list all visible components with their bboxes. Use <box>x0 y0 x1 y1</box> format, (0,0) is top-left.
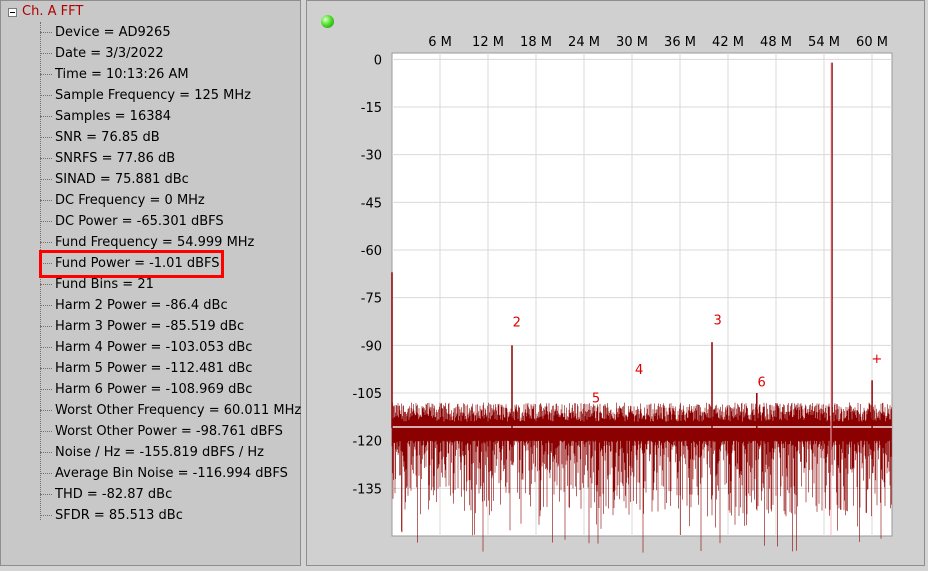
x-tick-label: 48 M <box>760 35 792 50</box>
x-tick-label: 36 M <box>664 35 696 50</box>
x-tick-label: 60 M <box>856 35 888 50</box>
tree-item[interactable]: Average Bin Noise = -116.994 dBFS <box>40 463 298 484</box>
tree-item[interactable]: Device = AD9265 <box>40 22 298 43</box>
x-tick-label: 42 M <box>712 35 744 50</box>
tree-item[interactable]: Harm 2 Power = -86.4 dBc <box>40 295 298 316</box>
x-tick-label: 6 M <box>428 35 452 50</box>
tree-item[interactable]: Worst Other Frequency = 60.011 MHz <box>40 400 301 421</box>
harmonic-marker: + <box>871 352 882 367</box>
harmonic-marker: 4 <box>635 363 643 378</box>
harmonic-marker: 5 <box>592 392 600 407</box>
y-tick-label: -120 <box>352 435 382 450</box>
tree-item[interactable]: Noise / Hz = -155.819 dBFS / Hz <box>40 442 298 463</box>
tree-item[interactable]: SINAD = 75.881 dBc <box>40 169 298 190</box>
tree-item[interactable]: Time = 10:13:26 AM <box>40 64 298 85</box>
x-tick-label: 18 M <box>520 35 552 50</box>
harmonic-marker: 2 <box>513 315 521 330</box>
fft-chart: 6 M 12 M 18 M 24 M 30 M 36 M 42 M 48 M 54 M 60 M 0… <box>352 35 893 553</box>
x-tick-label: 12 M <box>472 35 504 50</box>
y-tick-label: -135 <box>352 482 382 497</box>
y-tick-label: -30 <box>361 149 382 164</box>
y-tick-label: -75 <box>361 292 382 307</box>
tree-item[interactable]: Harm 5 Power = -112.481 dBc <box>40 358 298 379</box>
x-tick-label: 24 M <box>568 35 600 50</box>
highlight-box <box>39 250 224 278</box>
y-tick-label: -105 <box>352 387 382 402</box>
tree-root-label: Ch. A FFT <box>22 4 84 19</box>
tree-item[interactable]: SNRFS = 77.86 dB <box>40 148 298 169</box>
tree-item[interactable]: Worst Other Power = -98.761 dBFS <box>40 421 298 442</box>
tree-item[interactable]: SNR = 76.85 dB <box>40 127 298 148</box>
y-tick-label: -60 <box>361 244 382 259</box>
tree-root-node[interactable]: Ch. A FFT <box>8 3 83 21</box>
x-tick-label: 54 M <box>808 35 840 50</box>
y-tick-label: -15 <box>361 101 382 116</box>
collapse-icon[interactable] <box>8 7 17 17</box>
tree-item[interactable]: Date = 3/3/2022 <box>40 43 298 64</box>
harmonic-marker: 6 <box>757 376 765 391</box>
tree-item[interactable]: Samples = 16384 <box>40 106 298 127</box>
x-tick-label: 30 M <box>616 35 648 50</box>
y-tick-label: 0 <box>374 53 382 68</box>
y-tick-label: -45 <box>361 196 382 211</box>
tree-item[interactable]: THD = -82.87 dBc <box>40 484 298 505</box>
tree-item[interactable]: Harm 4 Power = -103.053 dBc <box>40 337 298 358</box>
tree-item[interactable]: Sample Frequency = 125 MHz <box>40 85 298 106</box>
y-tick-label: -90 <box>361 339 382 354</box>
harmonic-marker: 3 <box>713 314 721 329</box>
tree-item[interactable]: SFDR = 85.513 dBc <box>40 505 298 526</box>
tree-item[interactable]: DC Frequency = 0 MHz <box>40 190 298 211</box>
tree-item[interactable]: DC Power = -65.301 dBFS <box>40 211 298 232</box>
tree-item[interactable]: Harm 3 Power = -85.519 dBc <box>40 316 298 337</box>
tree-item[interactable]: Harm 6 Power = -108.969 dBc <box>40 379 298 400</box>
